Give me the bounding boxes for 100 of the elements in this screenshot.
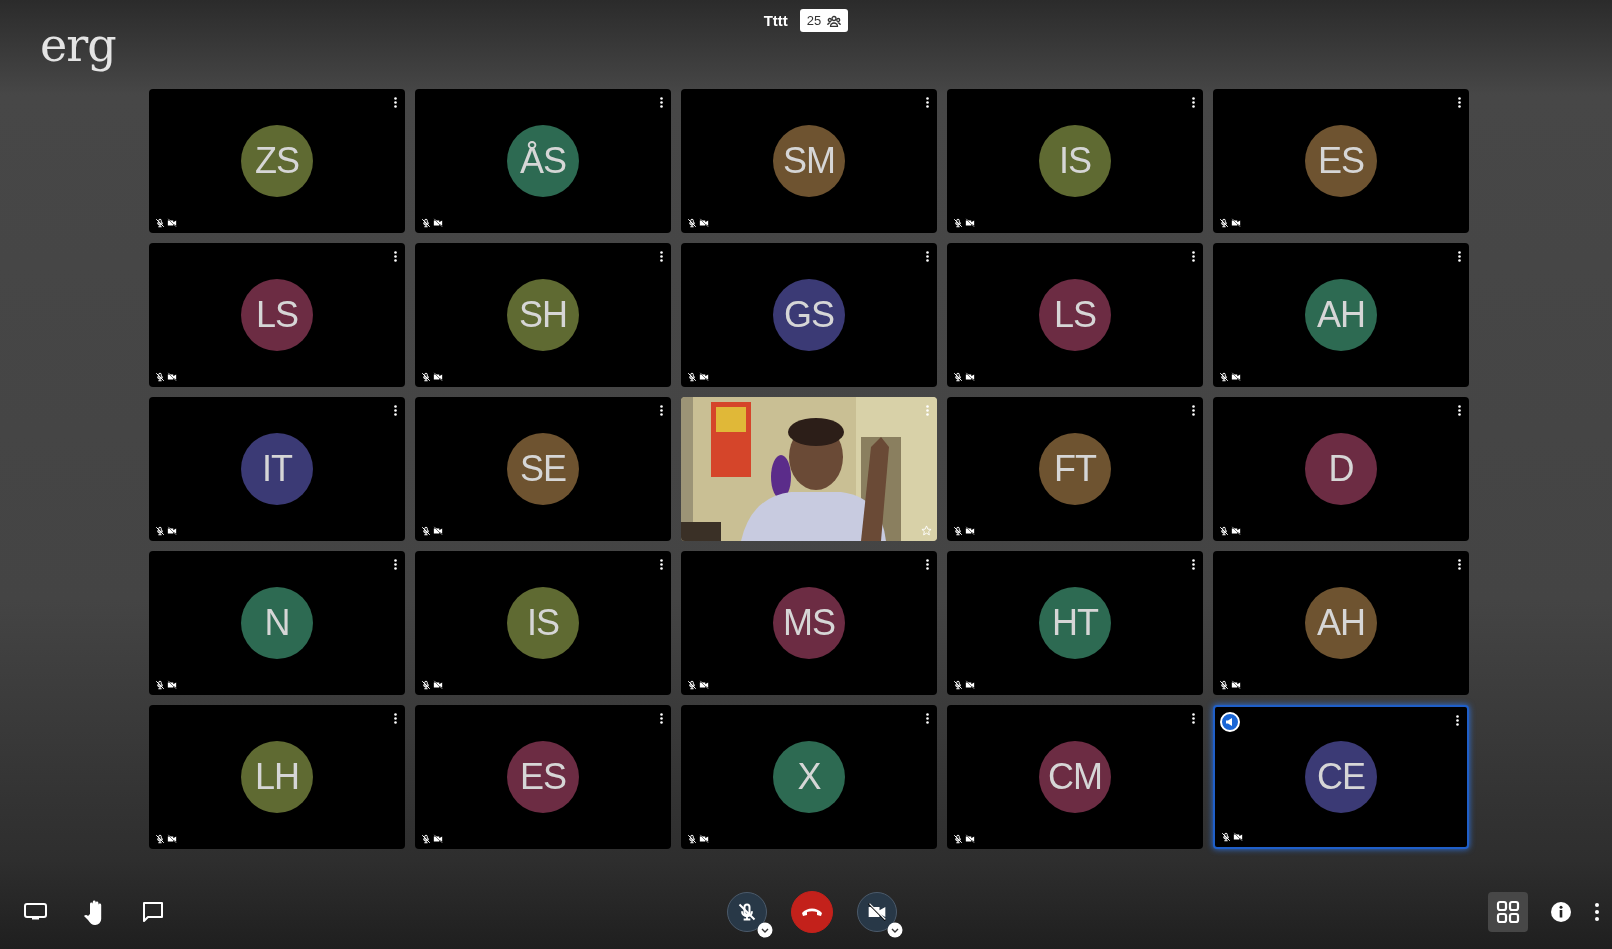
screen-share-button[interactable] bbox=[24, 902, 47, 922]
more-icon[interactable] bbox=[394, 405, 397, 416]
avatar: IS bbox=[1039, 125, 1111, 197]
video-tile[interactable]: CM bbox=[947, 705, 1203, 849]
muted-mic-icon bbox=[953, 372, 963, 382]
caret-icon[interactable] bbox=[757, 922, 773, 938]
avatar: SE bbox=[507, 433, 579, 505]
muted-mic-icon bbox=[421, 218, 431, 228]
microphone-button[interactable] bbox=[727, 892, 767, 932]
people-icon bbox=[827, 14, 842, 27]
more-icon[interactable] bbox=[1458, 559, 1461, 570]
avatar: LS bbox=[241, 279, 313, 351]
video-tile[interactable]: AH bbox=[1213, 551, 1469, 695]
more-icon[interactable] bbox=[1458, 405, 1461, 416]
more-icon[interactable] bbox=[1192, 251, 1195, 262]
muted-mic-icon bbox=[687, 218, 697, 228]
caret-icon[interactable] bbox=[887, 922, 903, 938]
more-icon[interactable] bbox=[660, 405, 663, 416]
video-tile[interactable]: LS bbox=[947, 243, 1203, 387]
video-tile[interactable]: FT bbox=[947, 397, 1203, 541]
more-icon[interactable] bbox=[660, 251, 663, 262]
camera-off-icon bbox=[433, 680, 443, 690]
camera-off-icon bbox=[167, 834, 177, 844]
more-icon[interactable] bbox=[394, 713, 397, 724]
muted-mic-icon bbox=[737, 902, 757, 922]
more-icon[interactable] bbox=[1192, 97, 1195, 108]
avatar: IT bbox=[241, 433, 313, 505]
muted-mic-icon bbox=[687, 680, 697, 690]
more-icon[interactable] bbox=[926, 713, 929, 724]
more-icon[interactable] bbox=[926, 251, 929, 262]
camera-off-icon bbox=[965, 526, 975, 536]
video-tile[interactable]: IS bbox=[415, 551, 671, 695]
video-tile[interactable]: N bbox=[149, 551, 405, 695]
video-tile[interactable]: X bbox=[681, 705, 937, 849]
more-icon[interactable] bbox=[1458, 251, 1461, 262]
more-icon[interactable] bbox=[1192, 559, 1195, 570]
avatar: AH bbox=[1305, 279, 1377, 351]
video-tile[interactable]: D bbox=[1213, 397, 1469, 541]
more-icon[interactable] bbox=[660, 97, 663, 108]
camera-off-icon bbox=[167, 680, 177, 690]
muted-mic-icon bbox=[1221, 832, 1231, 842]
camera-off-icon bbox=[433, 834, 443, 844]
avatar: LH bbox=[241, 741, 313, 813]
muted-mic-icon bbox=[421, 526, 431, 536]
camera-off-icon bbox=[965, 834, 975, 844]
avatar: X bbox=[773, 741, 845, 813]
video-tile[interactable]: MS bbox=[681, 551, 937, 695]
avatar: CE bbox=[1305, 741, 1377, 813]
video-tile[interactable]: SH bbox=[415, 243, 671, 387]
camera-off-icon bbox=[965, 372, 975, 382]
video-tile[interactable]: LS bbox=[149, 243, 405, 387]
hang-up-button[interactable] bbox=[791, 891, 833, 933]
tile-view-button[interactable] bbox=[1488, 892, 1528, 932]
more-icon[interactable] bbox=[1456, 715, 1459, 726]
video-tile[interactable]: CE bbox=[1213, 705, 1469, 849]
more-icon[interactable] bbox=[1192, 713, 1195, 724]
more-icon[interactable] bbox=[394, 97, 397, 108]
avatar: IS bbox=[507, 587, 579, 659]
camera-button[interactable] bbox=[857, 892, 897, 932]
more-icon[interactable] bbox=[1192, 405, 1195, 416]
video-tile[interactable]: GS bbox=[681, 243, 937, 387]
camera-off-icon bbox=[867, 902, 887, 922]
camera-off-icon bbox=[1231, 680, 1241, 690]
video-tile[interactable]: LH bbox=[149, 705, 405, 849]
video-tile[interactable]: HT bbox=[947, 551, 1203, 695]
muted-mic-icon bbox=[155, 680, 165, 690]
more-icon[interactable] bbox=[660, 559, 663, 570]
avatar: CM bbox=[1039, 741, 1111, 813]
more-icon[interactable] bbox=[926, 97, 929, 108]
avatar: ES bbox=[1305, 125, 1377, 197]
camera-off-icon bbox=[167, 372, 177, 382]
camera-off-icon bbox=[965, 218, 975, 228]
camera-off-icon bbox=[433, 372, 443, 382]
muted-mic-icon bbox=[421, 680, 431, 690]
avatar: AH bbox=[1305, 587, 1377, 659]
video-tile[interactable]: SM bbox=[681, 89, 937, 233]
video-tile[interactable]: IT bbox=[149, 397, 405, 541]
star-icon[interactable] bbox=[921, 525, 932, 536]
more-icon[interactable] bbox=[394, 251, 397, 262]
more-icon[interactable] bbox=[926, 559, 929, 570]
video-tile[interactable]: ÅS bbox=[415, 89, 671, 233]
camera-off-icon bbox=[433, 526, 443, 536]
muted-mic-icon bbox=[1219, 526, 1229, 536]
more-icon bbox=[1594, 902, 1600, 922]
muted-mic-icon bbox=[1219, 680, 1229, 690]
info-button[interactable] bbox=[1550, 901, 1572, 923]
video-tile[interactable]: SE bbox=[415, 397, 671, 541]
video-tile[interactable]: ES bbox=[415, 705, 671, 849]
more-icon[interactable] bbox=[1458, 97, 1461, 108]
participant-count[interactable]: 25 bbox=[799, 9, 849, 32]
video-tile[interactable]: IS bbox=[947, 89, 1203, 233]
more-icon[interactable] bbox=[394, 559, 397, 570]
video-tile[interactable]: ZS bbox=[149, 89, 405, 233]
video-tile[interactable]: AH bbox=[1213, 243, 1469, 387]
video-tile[interactable]: ES bbox=[1213, 89, 1469, 233]
more-button[interactable] bbox=[1594, 902, 1600, 922]
camera-off-icon bbox=[1233, 832, 1243, 842]
info-icon bbox=[1550, 901, 1572, 923]
chat-button[interactable] bbox=[142, 901, 164, 923]
more-icon[interactable] bbox=[660, 713, 663, 724]
